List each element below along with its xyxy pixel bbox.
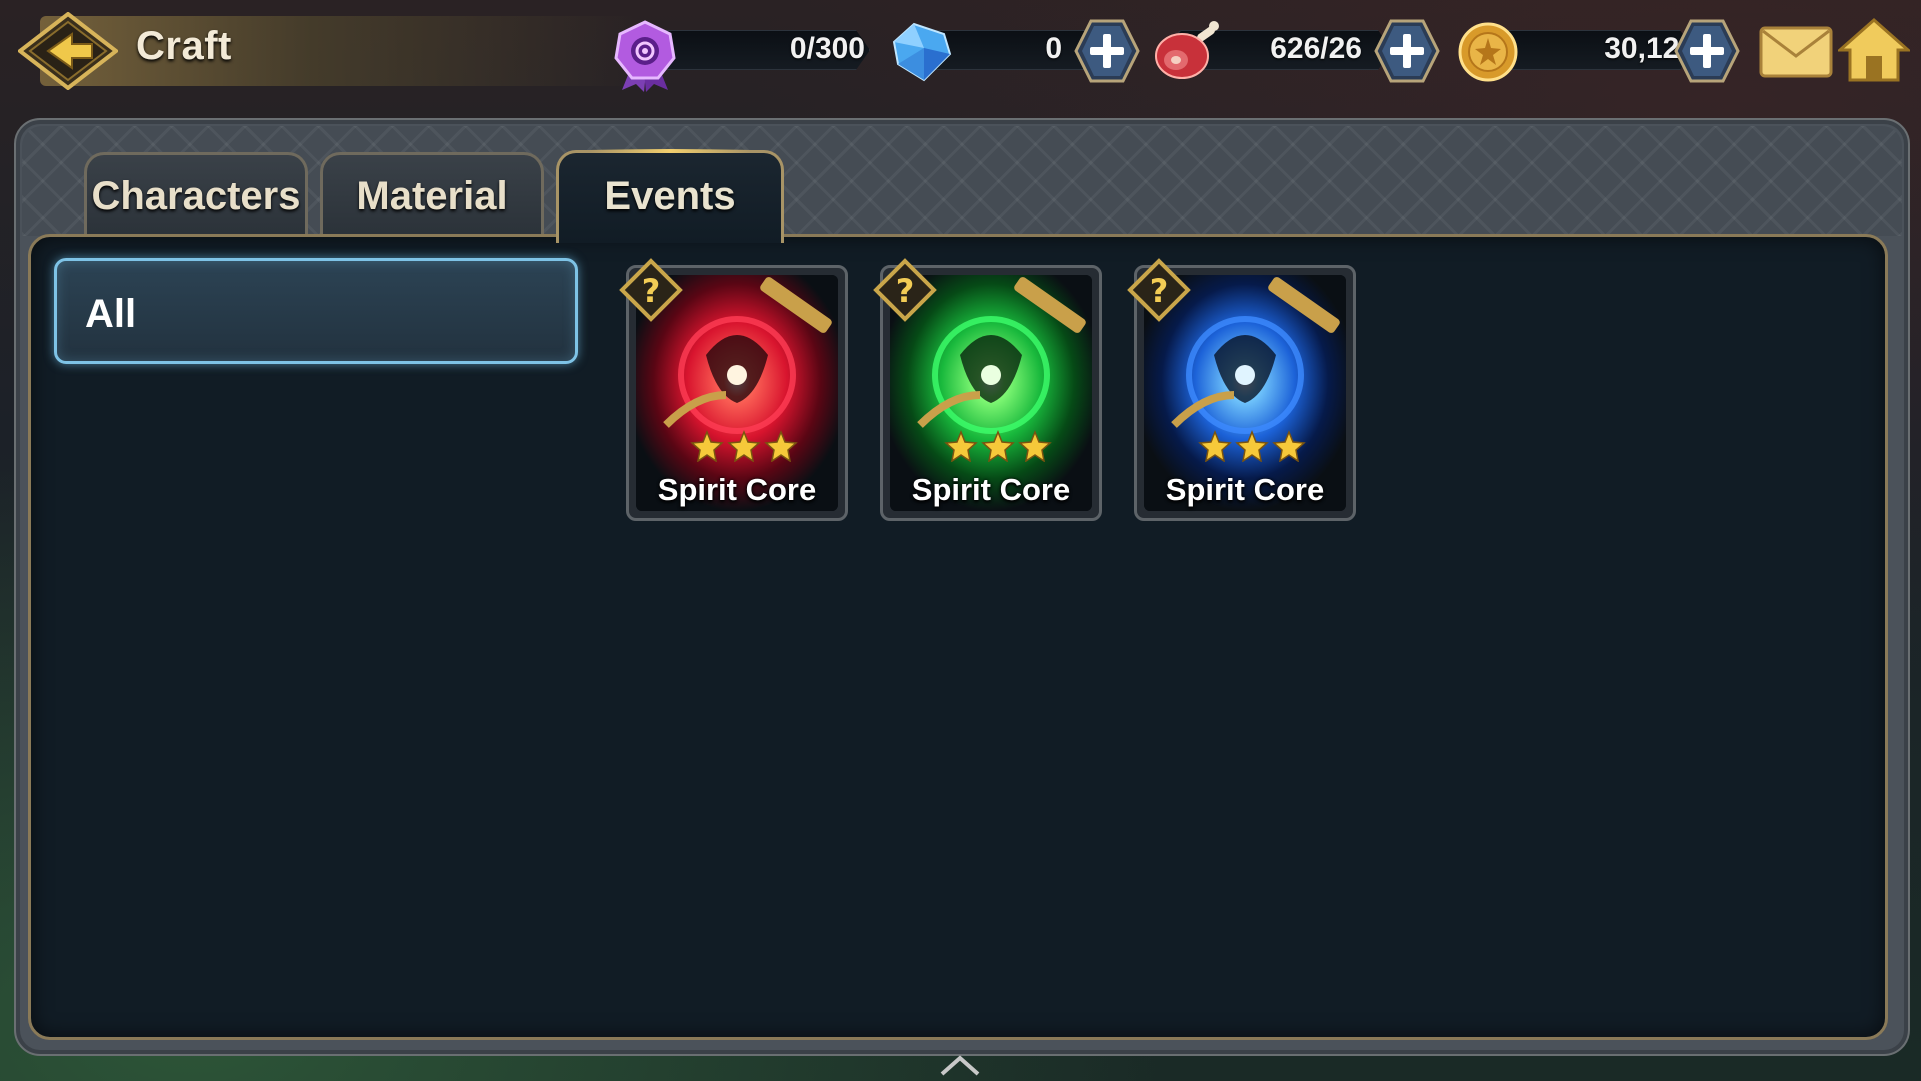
resource-spirit-medal: 0/300: [610, 20, 870, 92]
resource-stamina: 626/26: [1152, 20, 1412, 79]
back-button[interactable]: [18, 12, 118, 90]
question-badge-icon: ?: [619, 258, 683, 322]
title-plate: [40, 16, 640, 86]
filter-all[interactable]: All: [54, 258, 578, 364]
plus-icon: [1074, 19, 1140, 83]
page-title: Craft: [136, 24, 232, 68]
item-card-spirit-core-blue[interactable]: ? Spirit Core: [1127, 258, 1356, 521]
item-name: Spirit Core: [911, 472, 1071, 507]
item-name: Spirit Core: [657, 472, 817, 507]
tab-material[interactable]: Material: [320, 152, 544, 237]
item-name: Spirit Core: [1165, 472, 1325, 507]
question-badge-icon: ?: [1127, 258, 1191, 322]
resource-value: 626/26: [1270, 32, 1362, 65]
star-rating: [1198, 430, 1306, 462]
gold-coin-icon: [1458, 22, 1518, 82]
star-rating: [944, 430, 1052, 462]
resource-value: 30,120: [1604, 32, 1696, 65]
resource-value: 0: [1045, 32, 1062, 65]
item-card-spirit-core-red[interactable]: ? Spirit Core: [619, 258, 848, 521]
add-gold-button[interactable]: [1674, 18, 1740, 84]
top-bar: Craft 0/300 0 626/26 30,120: [0, 0, 1921, 108]
tab-characters[interactable]: Characters: [84, 152, 308, 237]
home-icon[interactable]: [1838, 16, 1910, 84]
plus-icon: [1674, 19, 1740, 83]
tab-events[interactable]: Events: [556, 149, 784, 243]
add-stamina-button[interactable]: [1374, 18, 1440, 84]
svg-text:?: ?: [896, 272, 915, 310]
star-rating: [690, 430, 798, 462]
arrow-left-icon: [18, 12, 118, 90]
plus-icon: [1374, 19, 1440, 83]
svg-text:?: ?: [642, 272, 661, 310]
chevron-up-icon[interactable]: [938, 1054, 982, 1078]
svg-text:?: ?: [1150, 272, 1169, 310]
item-card-spirit-core-green[interactable]: ? Spirit Core: [873, 258, 1102, 521]
mail-icon[interactable]: [1758, 22, 1834, 80]
resource-value: 0/300: [789, 32, 865, 65]
question-badge-icon: ?: [873, 258, 937, 322]
add-crystal-button[interactable]: [1074, 18, 1140, 84]
